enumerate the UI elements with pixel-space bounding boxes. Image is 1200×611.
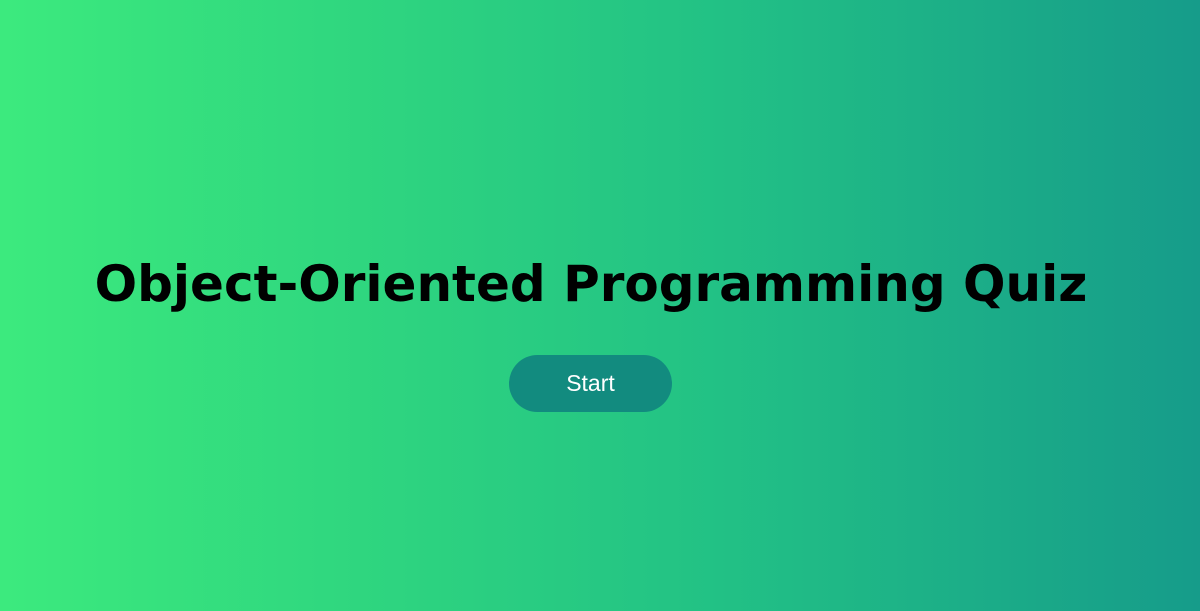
start-button[interactable]: Start	[509, 355, 672, 412]
page-title: Object-Oriented Programming Quiz	[94, 255, 1088, 313]
quiz-start-screen: Object-Oriented Programming Quiz Start	[0, 0, 1200, 611]
